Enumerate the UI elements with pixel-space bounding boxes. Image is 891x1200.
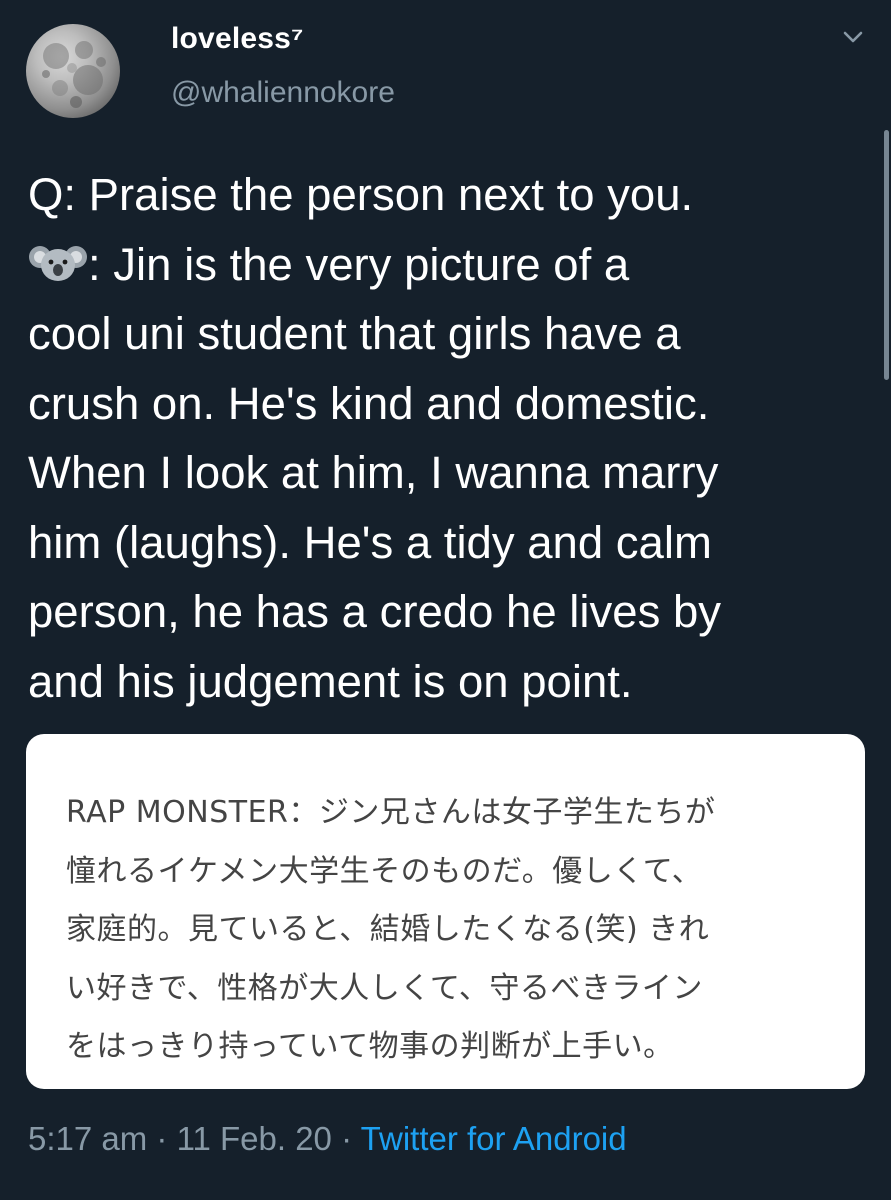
quote-line: をはっきり持っていて物事の判断が上手い。 <box>66 1029 674 1064</box>
quote-line: RAP MONSTER：ジン兄さんは女子学生たちが <box>66 795 716 830</box>
meta-separator: · <box>331 1120 361 1157</box>
avatar[interactable] <box>26 24 120 118</box>
meta-separator: · <box>147 1120 177 1157</box>
quote-line: 憧れるイケメン大学生そのものだ。優しくて、 <box>66 853 703 889</box>
chevron-down-icon[interactable] <box>838 24 868 50</box>
tweet-line: person, he has a credo he lives by <box>28 586 722 637</box>
tweet-meta: 5:17 am · 11 Feb. 20 · Twitter for Andro… <box>28 1120 627 1158</box>
tweet-text: Q: Praise the person next to you. : Jin … <box>28 160 873 716</box>
display-name[interactable]: loveless⁷ <box>171 22 304 56</box>
quote-line: 家庭的。見ていると、結婚したくなる(笑) きれ <box>66 912 710 947</box>
scrollbar-thumb[interactable] <box>884 130 889 380</box>
tweet-source-link[interactable]: Twitter for Android <box>361 1120 627 1157</box>
user-handle[interactable]: @whaliennokore <box>171 76 395 110</box>
koala-emoji-icon <box>28 236 88 282</box>
tweet-line: : Jin is the very picture of a <box>28 230 873 300</box>
tweet-line: him (laughs). He's a tidy and calm <box>28 516 712 568</box>
tweet-line: Q: Praise the person next to you. <box>28 169 694 220</box>
tweet-date: 11 Feb. 20 <box>176 1120 332 1157</box>
attached-image[interactable]: RAP MONSTER：ジン兄さんは女子学生たちが 憧れるイケメン大学生そのもの… <box>26 734 865 1089</box>
tweet-line: and his judgement is on point. <box>28 655 633 707</box>
quote-line: い好きで、性格が大人しくて、守るべきライン <box>66 970 703 1006</box>
tweet-line: crush on. He's kind and domestic. <box>28 377 710 429</box>
tweet-time: 5:17 am <box>28 1120 148 1157</box>
tweet-line: cool uni student that girls have a <box>28 308 681 359</box>
tweet-line: When I look at him, I wanna marry <box>28 447 719 498</box>
japanese-quote: RAP MONSTER：ジン兄さんは女子学生たちが 憧れるイケメン大学生そのもの… <box>66 784 856 1077</box>
moon-avatar-image <box>42 41 106 108</box>
tweet-line-text: : Jin is the very picture of a <box>88 238 630 290</box>
